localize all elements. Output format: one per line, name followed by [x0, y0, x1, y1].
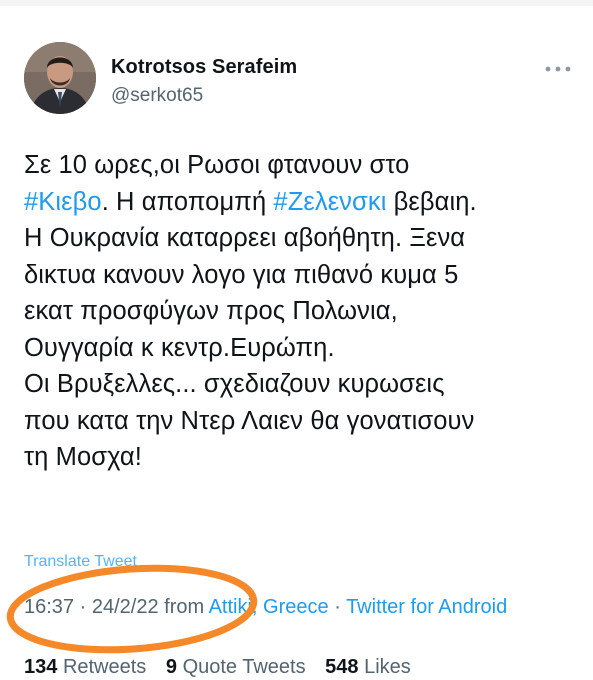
- tweet-line: εκατ προσφύγων προς Πολωνια,: [24, 297, 398, 325]
- meta-separator: ·: [74, 596, 92, 618]
- tweet-line: Οι Βρυξελλες... σχεδιαζουν κυρωσεις: [24, 370, 445, 398]
- likes-stat[interactable]: 548 Likes: [325, 656, 411, 678]
- tweet-date[interactable]: 24/2/22: [92, 596, 159, 618]
- tweet-metadata: 16:37 · 24/2/22 from Attiki, Greece · Tw…: [24, 596, 507, 619]
- tweet-line: τη Μοσχα!: [24, 443, 142, 471]
- more-horizontal-icon: [545, 59, 571, 77]
- translate-tweet-link[interactable]: Translate Tweet: [24, 553, 137, 571]
- hashtag-link-zelenski[interactable]: #Ζελενσκι: [273, 188, 386, 216]
- tweet-text: Σε 10 ωρες,οι Ρωσοι φτανουν στο #Κιεβο. …: [24, 147, 584, 476]
- tweet-text-fragment: βεβαιη.: [386, 187, 477, 216]
- retweets-label: Retweets: [62, 656, 147, 678]
- tweet-line: δικτυα κανουν λογο για πιθανό κυμα 5: [24, 260, 459, 289]
- source-app-link[interactable]: Twitter for Android: [346, 596, 507, 618]
- quote-tweets-count: 9: [165, 656, 177, 678]
- tweet-line: #Κιεβο. Η αποπομπή #Ζελενσκι βεβαιη.: [24, 184, 584, 221]
- meta-separator: ·: [328, 596, 347, 618]
- tweet-line: Σε 10 ωρες,οι Ρωσοι φτανουν στο: [24, 151, 410, 179]
- quote-tweets-label: Quote Tweets: [182, 656, 306, 678]
- retweets-count: 134: [24, 656, 58, 678]
- hashtag-link-kievo[interactable]: #Κιεβο: [24, 188, 102, 216]
- avatar[interactable]: [24, 42, 96, 114]
- tweet-line: Η Ουκρανία καταρρεει αβοήθητη. Ξενα: [24, 224, 466, 252]
- more-options-button[interactable]: [538, 58, 578, 78]
- quote-tweets-stat[interactable]: 9 Quote Tweets: [166, 656, 306, 678]
- top-divider: [0, 0, 593, 6]
- likes-count: 548: [325, 656, 359, 678]
- location-link[interactable]: Attiki, Greece: [209, 596, 329, 618]
- from-label: from: [158, 596, 209, 618]
- retweets-stat[interactable]: 134 Retweets: [24, 656, 146, 678]
- tweet-line: Ουγγαρία κ κεντρ.Ευρώπη.: [24, 333, 335, 362]
- engagement-stats: 134 Retweets 9 Quote Tweets 548 Likes: [24, 656, 425, 679]
- tweet-text-fragment: . Η αποπομπή: [101, 187, 274, 216]
- author-display-name[interactable]: Kotrotsos Serafeim: [111, 56, 297, 79]
- tweet-time[interactable]: 16:37: [24, 596, 74, 618]
- likes-label: Likes: [364, 656, 411, 678]
- author-handle[interactable]: @serkot65: [111, 85, 203, 107]
- tweet-line: που κατα την Ντερ Λαιεν θα γονατισουν: [24, 406, 475, 435]
